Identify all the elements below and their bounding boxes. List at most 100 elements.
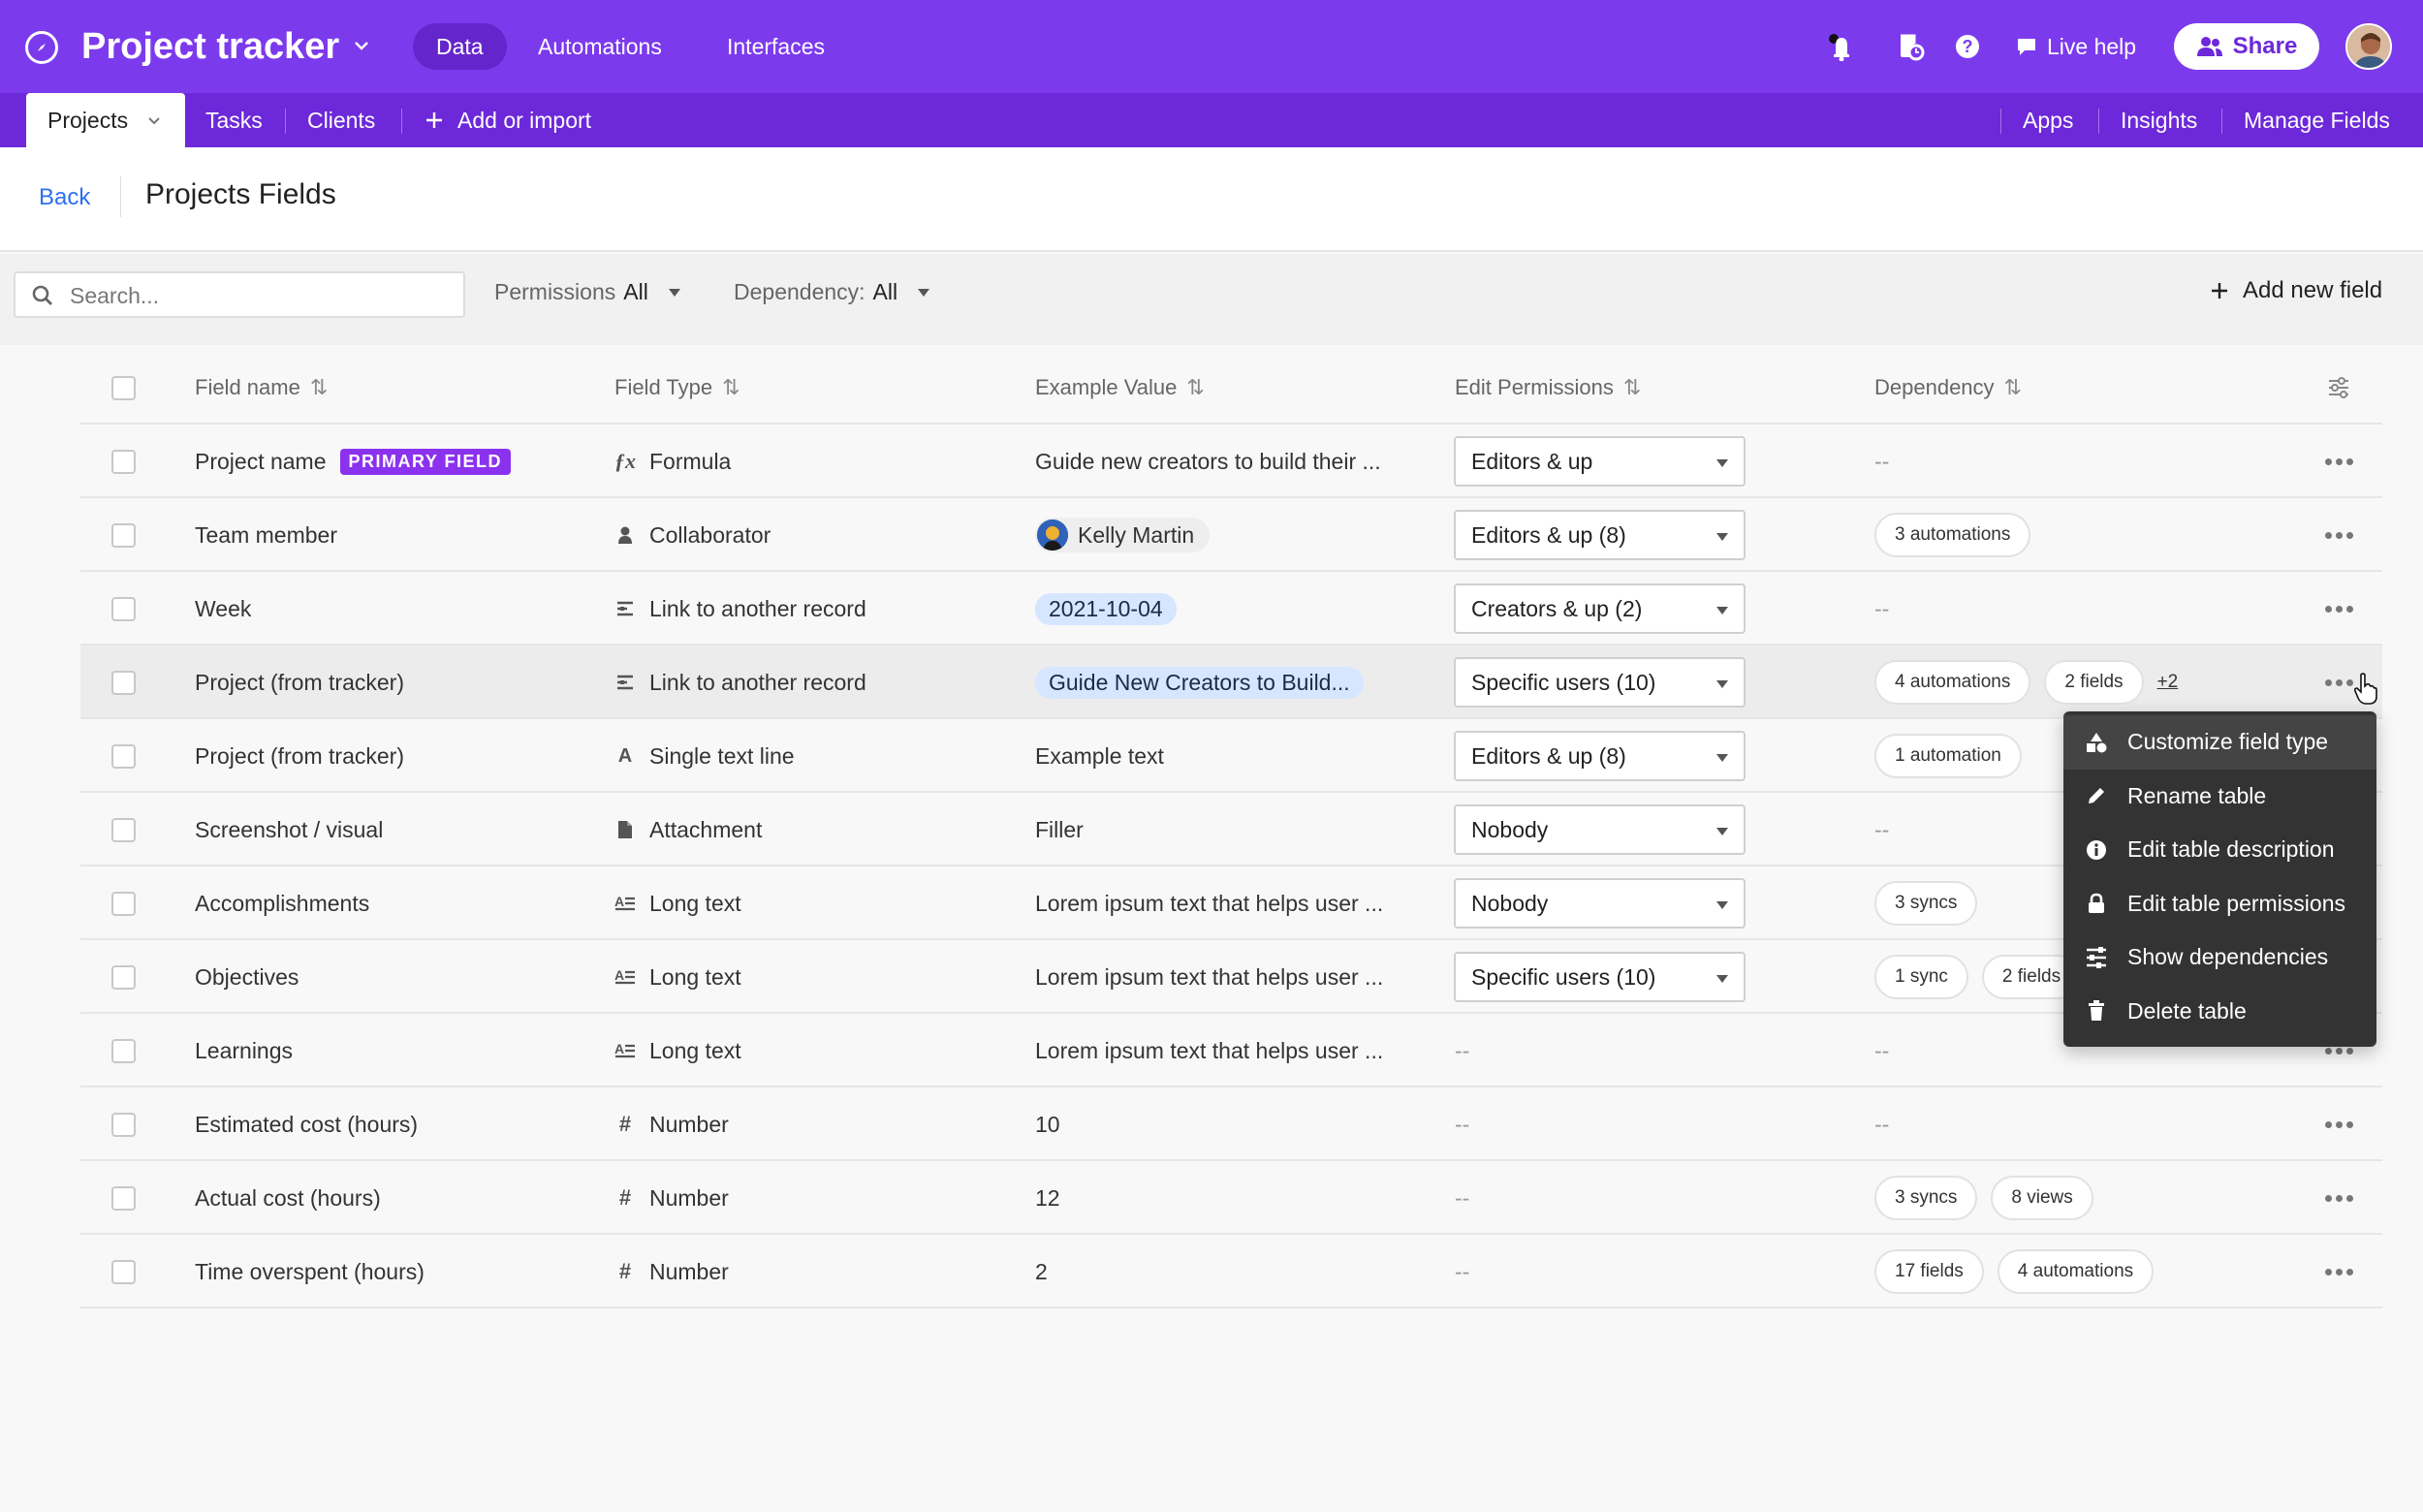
dependency-chip[interactable]: 4 automations (1997, 1249, 2155, 1294)
dependency-chip[interactable]: 3 syncs (1874, 881, 1978, 926)
menu-item-edit-table-permissions[interactable]: Edit table permissions (2063, 877, 2376, 931)
example-value: Lorem ipsum text that helps user ... (1035, 963, 1384, 990)
column-settings-icon[interactable] (2327, 351, 2350, 425)
column-header-example[interactable]: Example Value ⇅ (1035, 351, 1205, 425)
table-row[interactable]: Learnings A Long text Lorem ipsum text th… (80, 1014, 2382, 1087)
manage-fields-link[interactable]: Manage Fields (2244, 93, 2390, 147)
permission-empty: -- (1455, 1184, 1470, 1211)
permission-select[interactable]: Editors & up (1454, 436, 1746, 487)
row-checkbox[interactable] (111, 1113, 136, 1137)
more-dependencies-link[interactable]: +2 (2157, 672, 2179, 693)
row-checkbox[interactable] (111, 1186, 136, 1211)
table-row[interactable]: Week Link to another record 2021-10-04 C… (80, 572, 2382, 646)
table-row[interactable]: Project name PRIMARY FIELD ƒx Formula Guid… (80, 425, 2382, 498)
table-row[interactable]: Estimated cost (hours) # Number 10 -- -- (80, 1087, 2382, 1161)
dependency-chip[interactable]: 17 fields (1874, 1249, 1984, 1294)
search-input[interactable] (70, 283, 448, 308)
column-header-field-type[interactable]: Field Type ⇅ (614, 351, 740, 425)
permission-select[interactable]: Nobody (1454, 878, 1746, 929)
dependency-chip[interactable]: 1 sync (1874, 955, 1968, 999)
example-value: Example text (1035, 742, 1164, 769)
permission-select[interactable]: Nobody (1454, 804, 1746, 855)
table-row[interactable]: Actual cost (hours) # Number 12 -- 3 sync… (80, 1161, 2382, 1235)
row-checkbox[interactable] (111, 597, 136, 621)
permission-select[interactable]: Creators & up (2) (1454, 583, 1746, 634)
apps-link[interactable]: Apps (2023, 93, 2073, 147)
menu-item-edit-table-description[interactable]: Edit table description (2063, 823, 2376, 877)
row-more-icon[interactable] (2325, 498, 2353, 572)
permission-select[interactable]: Specific users (10) (1454, 952, 1746, 1002)
menu-item-rename-table[interactable]: Rename table (2063, 770, 2376, 824)
nav-interfaces[interactable]: Interfaces (704, 23, 848, 70)
live-help-button[interactable]: Live help (2016, 23, 2136, 70)
nav-data[interactable]: Data (413, 23, 507, 70)
dependency-chip[interactable]: 1 automation (1874, 734, 2022, 778)
row-checkbox[interactable] (111, 671, 136, 695)
permission-select[interactable]: Editors & up (8) (1454, 510, 1746, 560)
share-button[interactable]: Share (2174, 23, 2319, 70)
table-row[interactable]: Objectives A Long text Lorem ipsum text t… (80, 940, 2382, 1014)
example-value: Lorem ipsum text that helps user ... (1035, 1037, 1384, 1063)
row-more-icon[interactable] (2325, 1235, 2353, 1308)
menu-item-customize-field-type[interactable]: Customize field type (2063, 715, 2376, 770)
column-header-permissions[interactable]: Edit Permissions ⇅ (1455, 351, 1641, 425)
row-checkbox[interactable] (111, 1260, 136, 1284)
help-icon[interactable]: ? (1954, 23, 1981, 70)
row-checkbox[interactable] (111, 450, 136, 474)
formula-icon: ƒx (614, 449, 636, 473)
row-checkbox[interactable] (111, 523, 136, 548)
tab-projects[interactable]: Projects (26, 93, 185, 147)
app-title[interactable]: Project tracker (81, 23, 339, 70)
sort-icon: ⇅ (1622, 375, 1642, 399)
dependency-chip[interactable]: 2 fields (2044, 660, 2144, 705)
compass-icon[interactable] (25, 31, 58, 64)
dependency-chip[interactable]: 4 automations (1874, 660, 2031, 705)
dependency-chip[interactable]: 8 views (1991, 1176, 2093, 1220)
history-icon[interactable] (1896, 23, 1925, 70)
permission-select[interactable]: Editors & up (8) (1454, 731, 1746, 781)
permissions-filter[interactable]: Permissions All (494, 279, 681, 305)
column-header-field-name[interactable]: Field name ⇅ (195, 351, 328, 425)
field-name: Screenshot / visual (195, 816, 384, 842)
dependency-filter[interactable]: Dependency: All (734, 279, 930, 305)
column-header-dependency[interactable]: Dependency ⇅ (1874, 351, 2022, 425)
menu-item-show-dependencies[interactable]: Show dependencies (2063, 930, 2376, 985)
tab-clients[interactable]: Clients (307, 93, 375, 147)
row-more-icon[interactable] (2325, 425, 2353, 498)
chevron-down-icon[interactable] (351, 35, 372, 56)
table-row[interactable]: Screenshot / visual Attachment Filler No… (80, 793, 2382, 866)
notifications-icon[interactable] (1828, 23, 1855, 70)
dependency-chip[interactable]: 3 syncs (1874, 1176, 1978, 1220)
user-avatar[interactable] (2345, 23, 2392, 70)
row-more-icon[interactable] (2325, 1087, 2353, 1161)
table-row[interactable]: Time overspent (hours) # Number 2 -- 17 f… (80, 1235, 2382, 1308)
dependency-filter-label: Dependency: (734, 279, 865, 304)
add-new-field-label: Add new field (2243, 277, 2383, 303)
table-row[interactable]: Project (from tracker) A Single text line… (80, 719, 2382, 793)
menu-item-delete-table[interactable]: Delete table (2063, 985, 2376, 1039)
add-new-field-button[interactable]: Add new field (2210, 277, 2382, 304)
row-checkbox[interactable] (111, 818, 136, 842)
insights-link[interactable]: Insights (2121, 93, 2197, 147)
dependency-chip[interactable]: 3 automations (1874, 513, 2031, 557)
plus-icon (426, 112, 442, 128)
back-link[interactable]: Back (39, 184, 90, 211)
table-row[interactable]: Project (from tracker) Link to another r… (80, 646, 2382, 719)
row-checkbox[interactable] (111, 744, 136, 769)
nav-automations[interactable]: Automations (515, 23, 685, 70)
table-row[interactable]: Team member Collaborator Kelly Martin Ed… (80, 498, 2382, 572)
permission-empty: -- (1455, 1037, 1470, 1063)
row-more-icon[interactable] (2325, 572, 2353, 646)
row-more-icon[interactable] (2325, 1161, 2353, 1235)
table-row[interactable]: Accomplishments A Long text Lorem ipsum t… (80, 866, 2382, 940)
sort-icon: ⇅ (1186, 375, 1205, 399)
row-checkbox[interactable] (111, 892, 136, 916)
permission-select[interactable]: Specific users (10) (1454, 657, 1746, 708)
row-checkbox[interactable] (111, 1039, 136, 1063)
row-checkbox[interactable] (111, 965, 136, 990)
select-all-checkbox[interactable] (111, 376, 136, 400)
svg-text:A: A (614, 967, 624, 983)
tab-tasks[interactable]: Tasks (205, 93, 263, 147)
add-or-import-button[interactable]: Add or import (425, 93, 591, 147)
row-more-icon[interactable] (2325, 646, 2353, 719)
